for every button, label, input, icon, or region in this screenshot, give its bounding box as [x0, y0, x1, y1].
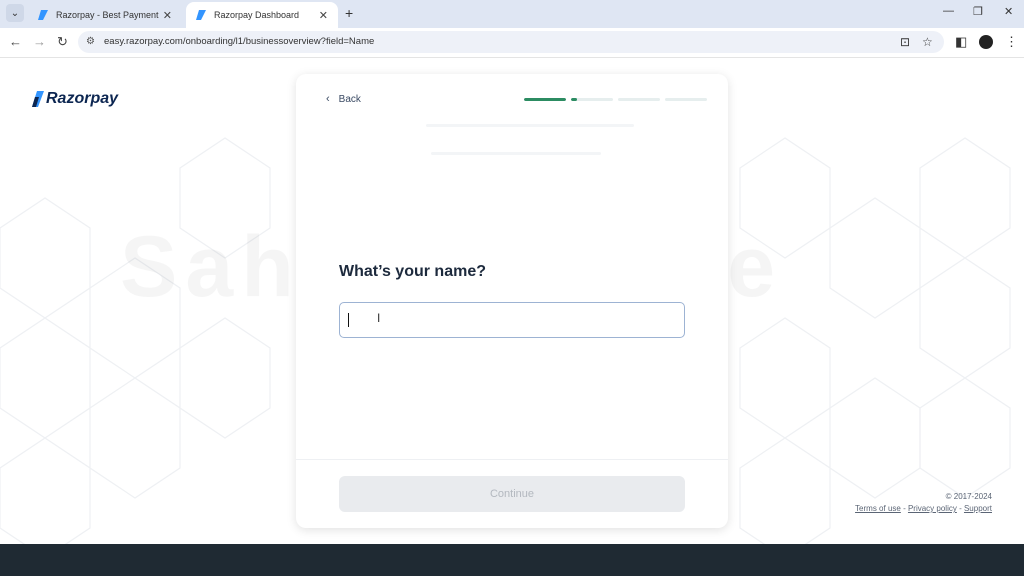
- progress-steps: [524, 98, 712, 101]
- progress-step: [571, 98, 613, 101]
- support-link[interactable]: Support: [964, 504, 992, 513]
- razorpay-logo-icon: [32, 91, 44, 107]
- back-arrow-icon[interactable]: ←: [9, 34, 22, 49]
- razorpay-favicon-icon: [196, 10, 206, 20]
- tab-razorpay-home[interactable]: Razorpay - Best Payment Soluti ✕: [28, 2, 182, 28]
- progress-step: [618, 98, 660, 101]
- progress-step: [665, 98, 707, 101]
- chevron-left-icon: ‹: [326, 93, 330, 105]
- close-window-icon[interactable]: ✕: [1004, 5, 1013, 18]
- url-text[interactable]: easy.razorpay.com/onboarding/l1/business…: [104, 36, 374, 47]
- logo-text: Razorpay: [46, 90, 119, 107]
- progress-fill: [571, 98, 578, 101]
- address-bar[interactable]: ⚙ easy.razorpay.com/onboarding/l1/busine…: [78, 31, 944, 53]
- tab-search-button[interactable]: ⌄: [6, 4, 24, 22]
- text-caret: [348, 313, 349, 327]
- reload-icon[interactable]: ↻: [57, 34, 68, 50]
- tab-title: Razorpay Dashboard: [214, 10, 300, 20]
- onboarding-card: ‹ Back What’s your name? I Continue: [296, 74, 728, 528]
- bookmark-star-icon[interactable]: ☆: [922, 35, 933, 49]
- terms-link[interactable]: Terms of use: [855, 504, 901, 513]
- name-question-heading: What’s your name?: [339, 263, 486, 280]
- bottom-bar: [0, 544, 1024, 576]
- back-label: Back: [338, 93, 361, 105]
- site-info-icon[interactable]: ⚙: [86, 36, 95, 47]
- restore-icon[interactable]: ❐: [973, 5, 983, 18]
- name-input[interactable]: [339, 302, 685, 338]
- tab-strip: ⌄ Razorpay - Best Payment Soluti ✕ Razor…: [0, 0, 1024, 28]
- mouse-ibeam-cursor-icon: I: [377, 311, 381, 325]
- separator: -: [956, 504, 964, 513]
- back-button[interactable]: ‹ Back: [326, 93, 361, 105]
- progress-step: [524, 98, 566, 101]
- browser-toolbar: ← → ↻ ⚙ easy.razorpay.com/onboarding/l1/…: [0, 28, 1024, 58]
- side-panel-icon[interactable]: ◧: [955, 34, 967, 50]
- browser-menu-icon[interactable]: ⋮: [1005, 34, 1018, 50]
- razorpay-logo[interactable]: Razorpay: [32, 90, 118, 108]
- page-footer: © 2017-2024 Terms of use - Privacy polic…: [820, 492, 992, 513]
- separator: -: [900, 504, 908, 513]
- privacy-link[interactable]: Privacy policy: [908, 504, 957, 513]
- progress-fill: [524, 98, 566, 101]
- continue-button[interactable]: Continue: [339, 476, 685, 512]
- chevron-down-icon: ⌄: [10, 7, 20, 19]
- tab-razorpay-dashboard[interactable]: Razorpay Dashboard ✕: [186, 2, 338, 28]
- close-tab-icon[interactable]: ✕: [319, 9, 328, 22]
- forward-arrow-icon[interactable]: →: [33, 34, 46, 49]
- onboarding-page: Sahil R Guide Razorpay ‹ Back What’s you…: [0, 58, 1024, 544]
- copyright-text: © 2017-2024: [945, 492, 992, 501]
- faded-line: [426, 124, 634, 127]
- razorpay-favicon-icon: [38, 10, 48, 20]
- card-divider: [296, 459, 728, 460]
- install-app-icon[interactable]: ⊡: [900, 35, 910, 49]
- tab-title: Razorpay - Best Payment Soluti: [56, 10, 159, 20]
- new-tab-button[interactable]: +: [345, 5, 353, 21]
- faded-line: [431, 152, 601, 155]
- minimize-icon[interactable]: —: [943, 5, 954, 17]
- close-tab-icon[interactable]: ✕: [163, 9, 172, 22]
- profile-avatar[interactable]: [979, 35, 993, 49]
